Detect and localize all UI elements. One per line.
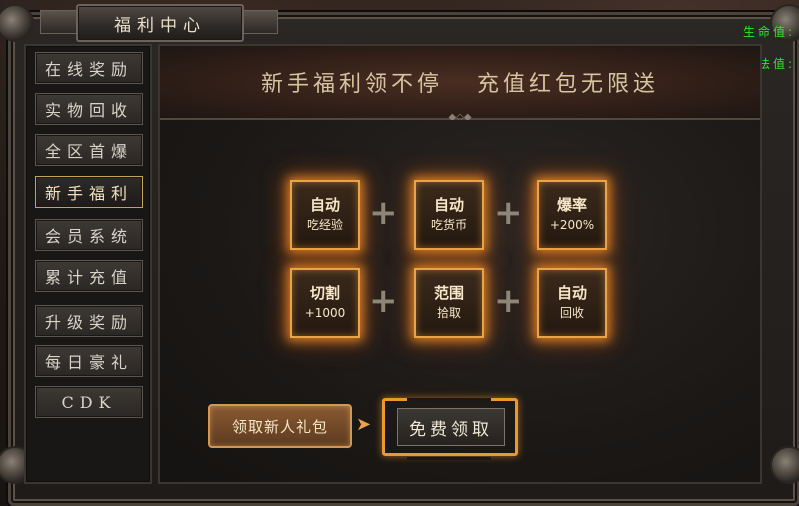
perk-card-auto-recycle: 自动 回收 [537,268,607,338]
sidebar-item-item-recycle[interactable]: 实物回收 [35,93,143,125]
plus-icon: + [494,193,523,233]
banner-left-text: 新手福利领不停 [260,72,443,97]
sidebar: 在线奖励 实物回收 全区首爆 新手福利 会员系统 累计充值 升级奖励 每日豪礼 … [24,44,152,484]
perk-card-cutting: 切割 +1000 [290,268,360,338]
sidebar-item-vip-system[interactable]: 会员系统 [35,219,143,251]
arrow-right-icon: ➤ [356,414,372,435]
content-panel: 新手福利领不停 充值红包无限送 ◆◇◆ 自动 吃经验 + 自动 吃货币 + 爆率… [158,44,762,484]
sidebar-item-level-reward[interactable]: 升级奖励 [35,305,143,337]
perk-subtitle: +200% [549,218,595,232]
plus-icon: + [369,193,398,233]
sidebar-item-newbie-welfare[interactable]: 新手福利 [35,176,143,208]
free-claim-button[interactable]: 免费领取 [397,408,505,446]
perk-title: 范围 [433,284,464,302]
perk-stage: 自动 吃经验 + 自动 吃货币 + 爆率 +200% 切割 +1000 + 范围… [160,120,760,482]
plus-icon: + [369,281,398,321]
perk-card-auto-exp: 自动 吃经验 [290,180,360,250]
perk-subtitle: 吃货币 [430,218,467,232]
plus-icon: + [494,281,523,321]
window-title: 福利中心 [76,4,244,42]
perk-card-area-pickup: 范围 拾取 [414,268,484,338]
sidebar-item-online-reward[interactable]: 在线奖励 [35,52,143,84]
banner: 新手福利领不停 充值红包无限送 [160,46,760,120]
perk-card-auto-currency: 自动 吃货币 [414,180,484,250]
perk-subtitle: 回收 [559,306,584,320]
sidebar-item-total-recharge[interactable]: 累计充值 [35,260,143,292]
perk-title: 爆率 [556,196,587,214]
perk-title: 自动 [309,196,340,214]
sidebar-item-daily-gift[interactable]: 每日豪礼 [35,345,143,377]
sidebar-item-server-first-drop[interactable]: 全区首爆 [35,134,143,166]
perk-subtitle: +1000 [304,306,346,320]
free-claim-highlight-frame: 免费领取 [382,398,518,460]
perk-card-drop-rate: 爆率 +200% [537,180,607,250]
sidebar-item-cdk[interactable]: CDK [35,386,143,418]
claim-newbie-gift-button[interactable]: 领取新人礼包 [208,404,352,448]
banner-right-text: 充值红包无限送 [477,72,660,97]
perk-title: 自动 [433,196,464,214]
perk-subtitle: 吃经验 [306,218,343,232]
perk-title: 切割 [309,284,340,302]
perk-subtitle: 拾取 [436,306,461,320]
perk-title: 自动 [556,284,587,302]
